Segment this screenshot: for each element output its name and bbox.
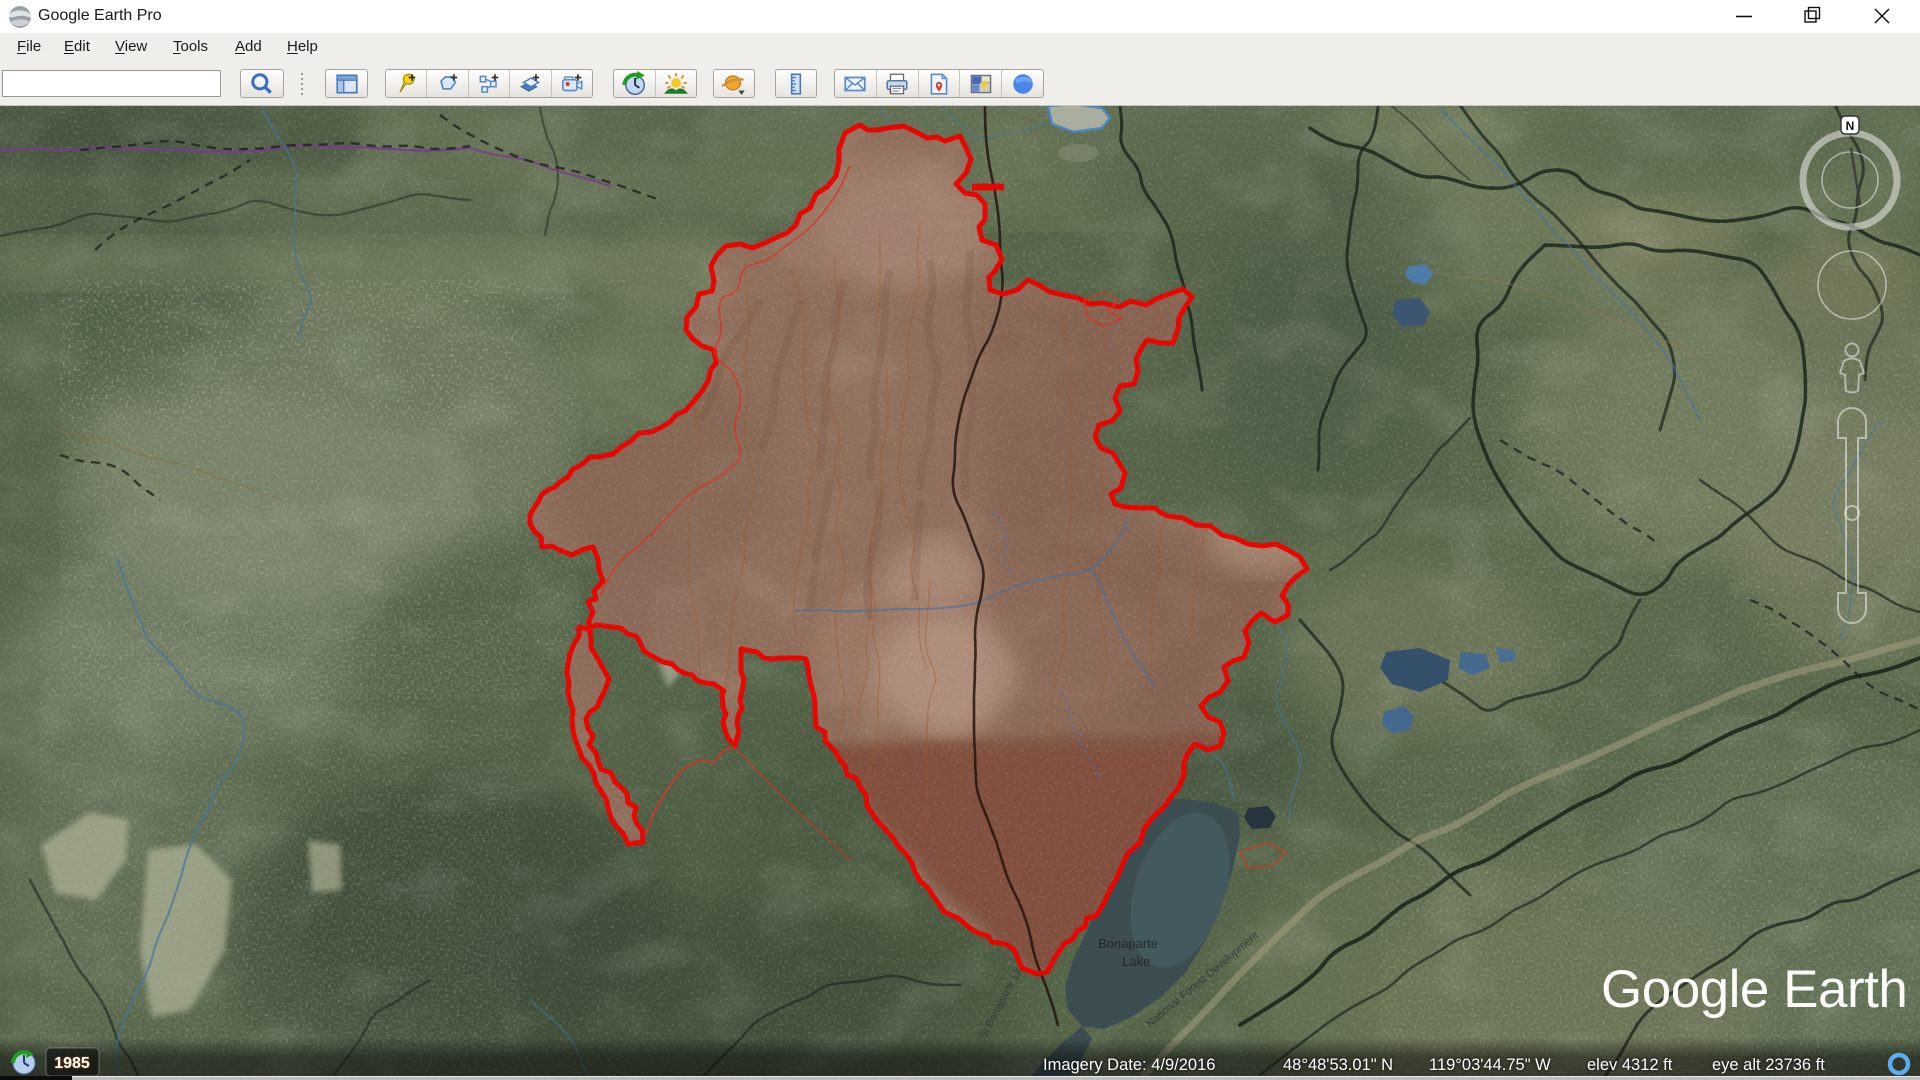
svg-text:eye alt 23736 ft: eye alt 23736 ft [1712,1056,1825,1074]
svg-text:Google Earth: Google Earth [1601,960,1907,1019]
svg-text:elev 4312 ft: elev 4312 ft [1587,1056,1673,1074]
svg-text:119°03'44.75" W: 119°03'44.75" W [1429,1056,1551,1074]
svg-text:Imagery Date: 4/9/2016: Imagery Date: 4/9/2016 [1043,1056,1215,1074]
svg-text:1985: 1985 [54,1055,90,1072]
svg-text:Bonaparte: Bonaparte [1098,936,1158,951]
svg-text:Lake: Lake [1122,954,1150,969]
svg-text:48°48'53.01" N: 48°48'53.01" N [1283,1056,1393,1074]
svg-text:N: N [1846,119,1855,133]
